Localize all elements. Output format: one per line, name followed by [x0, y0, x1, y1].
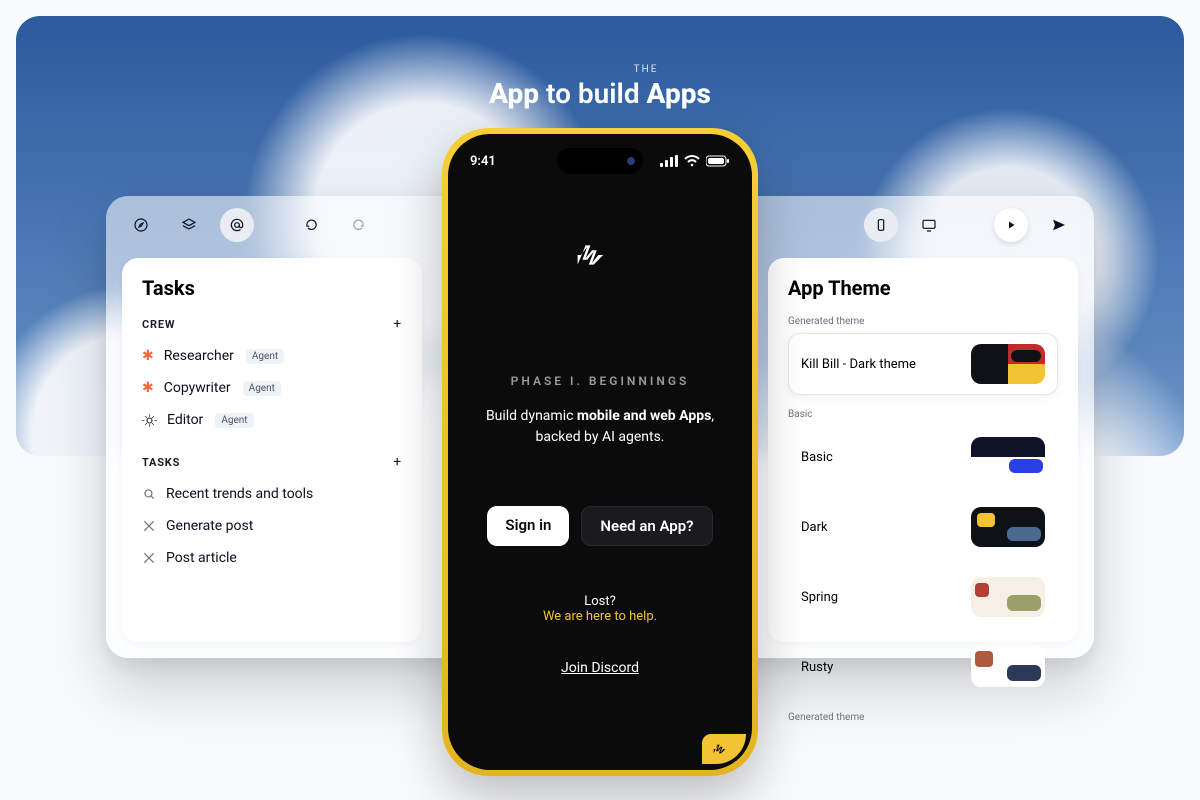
theme-name: Spring [801, 590, 838, 605]
cellular-icon [660, 155, 678, 167]
phase-label: PHASE I. BEGINNINGS [511, 374, 690, 388]
desktop-icon[interactable] [912, 208, 946, 242]
agent-badge: Agent [243, 381, 281, 396]
theme-row-selected[interactable]: Kill Bill - Dark theme [788, 333, 1058, 395]
agent-badge: Agent [215, 413, 253, 428]
basic-label: Basic [788, 409, 1058, 420]
mobile-icon[interactable] [864, 208, 898, 242]
theme-row[interactable]: Basic [788, 426, 1058, 488]
compass-icon[interactable] [124, 208, 158, 242]
send-icon[interactable] [1042, 208, 1076, 242]
battery-icon [706, 155, 730, 167]
task-name: Recent trends and tools [166, 486, 313, 502]
theme-name: Rusty [801, 660, 833, 675]
x-icon [142, 519, 156, 533]
theme-row[interactable]: Rusty [788, 636, 1058, 698]
wifi-icon [684, 155, 700, 167]
task-item[interactable]: Post article [142, 542, 402, 574]
agent-badge: Agent [246, 349, 284, 364]
x-icon [142, 551, 156, 565]
help-text: We are here to help. [543, 609, 657, 624]
sign-in-button[interactable]: Sign in [487, 506, 569, 546]
hero-title: App to build Apps [489, 77, 711, 110]
task-name: Generate post [166, 518, 253, 534]
theme-row[interactable]: Spring [788, 566, 1058, 628]
generated-label: Generated theme [788, 316, 1058, 327]
crew-item[interactable]: ✱ Researcher Agent [142, 340, 402, 372]
layers-icon[interactable] [172, 208, 206, 242]
generated-label-2: Generated theme [788, 712, 1058, 723]
crew-item[interactable]: ✱ Copywriter Agent [142, 372, 402, 404]
crew-name: Copywriter [164, 380, 231, 396]
phone-mockup: 9:41 PHASE I. BEGINNINGS Build dynamic m… [442, 128, 758, 776]
tasks-panel-title: Tasks [142, 276, 402, 300]
task-item[interactable]: Generate post [142, 510, 402, 542]
add-crew-button[interactable]: + [393, 316, 402, 332]
task-item[interactable]: Recent trends and tools [142, 478, 402, 510]
theme-name: Basic [801, 450, 833, 465]
openai-icon [142, 413, 157, 428]
theme-name: Kill Bill - Dark theme [801, 357, 916, 372]
hero-eyebrow: THE [581, 64, 711, 75]
lost-text: Lost? [584, 594, 616, 609]
theme-swatch [971, 344, 1045, 384]
undo-icon[interactable] [294, 208, 328, 242]
theme-name: Dark [801, 520, 828, 535]
phone-time: 9:41 [470, 154, 496, 169]
theme-panel: App Theme Generated theme Kill Bill - Da… [768, 258, 1078, 642]
asterisk-icon: ✱ [142, 380, 154, 396]
tasks-label: TASKS [142, 456, 180, 469]
add-task-button[interactable]: + [393, 454, 402, 470]
search-icon [142, 487, 156, 501]
theme-row[interactable]: Dark [788, 496, 1058, 558]
brand-logo [576, 240, 624, 274]
redo-icon[interactable] [342, 208, 376, 242]
crew-name: Editor [167, 412, 203, 428]
crew-item[interactable]: Editor Agent [142, 404, 402, 436]
need-app-button[interactable]: Need an App? [581, 506, 712, 546]
mention-icon[interactable] [220, 208, 254, 242]
crew-label: CREW [142, 318, 175, 331]
asterisk-icon: ✱ [142, 348, 154, 364]
crew-name: Researcher [164, 348, 234, 364]
theme-panel-title: App Theme [788, 276, 1058, 300]
theme-swatch [971, 437, 1045, 477]
tasks-panel: Tasks CREW + ✱ Researcher Agent ✱ Copywr… [122, 258, 422, 642]
task-name: Post article [166, 550, 237, 566]
theme-swatch [971, 647, 1045, 687]
theme-swatch [971, 507, 1045, 547]
join-discord-link[interactable]: Join Discord [561, 660, 639, 676]
phone-dynamic-island [557, 148, 643, 174]
play-button[interactable] [994, 208, 1028, 242]
phone-tagline: Build dynamic mobile and web Apps, backe… [480, 406, 720, 448]
theme-swatch [971, 577, 1045, 617]
